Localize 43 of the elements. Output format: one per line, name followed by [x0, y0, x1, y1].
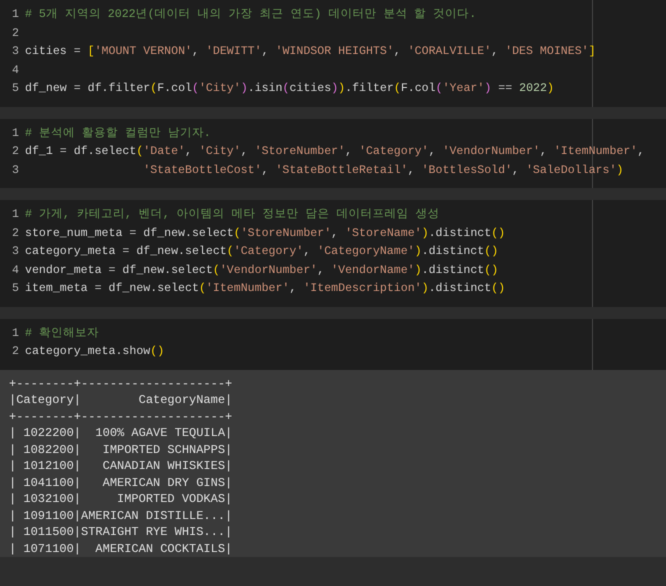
- output-line: +--------+--------------------+: [9, 408, 232, 425]
- output-line: | 1091100|AMERICAN DISTILLE...|: [9, 508, 232, 524]
- line-number: 5: [12, 81, 20, 97]
- line-number: 4: [12, 262, 20, 278]
- code-line: # 확인해보자: [25, 326, 99, 342]
- output-line: | 1032100| IMPORTED VODKAS|: [9, 491, 232, 508]
- output-line: | 1011500|STRAIGHT RYE WHIS...|: [9, 524, 232, 540]
- code-cell[interactable]: 1 # 확인해보자 2 category_meta.show(): [0, 318, 666, 370]
- code-cell[interactable]: [0, 0, 666, 106]
- output-line: | 1012100| CANADIAN WHISKIES|: [9, 458, 232, 474]
- code-line: category_meta = df_new.select('Category', 'CategoryName').distinct(): [25, 244, 498, 260]
- line-number: 2: [12, 344, 20, 360]
- code-line: # 가게, 카테고리, 벤더, 아이템의 메타 정보만 담은 데이터프레임 생성: [25, 207, 440, 223]
- line-number: 2: [12, 226, 20, 242]
- code-cell[interactable]: [0, 200, 666, 306]
- line-number: 3: [12, 162, 20, 178]
- code-line: 'StateBottleCost', 'StateBottleRetail', 'BottlesSold', 'SaleDollars'): [143, 162, 624, 178]
- code-line: # 분석에 활용할 컬럼만 남기자.: [25, 126, 211, 142]
- output-line: | 1071100| AMERICAN COCKTAILS|: [9, 540, 232, 557]
- line-number: 1: [12, 207, 20, 223]
- line-number: 1: [12, 7, 20, 23]
- code-cell[interactable]: 1 # 분석에 활용할 컬럼만 남기자. 2 df_1 = df.select('Date', 'City', 'StoreNumber', 'Category', 'VendorNumber', 'ItemNumber', 3 'StateBottleCost', 'StateBottleRetail', 'BottlesSold', 'SaleDollars'): [0, 118, 666, 188]
- code-line: cities = ['MOUNT VERNON', 'DEWITT', 'WINDSOR HEIGHTS', 'CORALVILLE', 'DES MOINES']: [25, 44, 596, 60]
- line-number: 3: [12, 244, 20, 260]
- code-line: df_1 = df.select('Date', 'City', 'StoreNumber', 'Category', 'VendorNumber', 'ItemNumber',: [25, 144, 644, 160]
- code-line: df_new = df.filter(F.col('City').isin(cities)).filter(F.col('Year') == 2022): [25, 81, 554, 97]
- output-line: | 1082200| IMPORTED SCHNAPPS|: [9, 442, 232, 458]
- code-line: item_meta = df_new.select('ItemNumber', 'ItemDescription').distinct(): [25, 281, 506, 297]
- line-number: 5: [12, 281, 20, 297]
- line-number: 3: [12, 44, 20, 60]
- output-line: | 1041100| AMERICAN DRY GINS|: [9, 474, 232, 491]
- line-number: 2: [12, 144, 20, 160]
- code-line: vendor_meta = df_new.select('VendorNumber', 'VendorName').distinct(): [25, 262, 498, 278]
- output-line: | 1022200| 100% AGAVE TEQUILA|: [9, 425, 232, 442]
- line-number: 1: [12, 126, 20, 142]
- line-number: 2: [12, 26, 20, 42]
- output-line: +--------+--------------------+: [9, 376, 232, 392]
- line-number: 1: [12, 326, 20, 342]
- line-number: 4: [12, 62, 20, 78]
- code-line: category_meta.show(): [25, 344, 164, 360]
- output-line: |Category| CategoryName|: [9, 392, 232, 408]
- code-line: store_num_meta = df_new.select('StoreNumber', 'StoreName').distinct(): [25, 226, 506, 242]
- code-line: # 5개 지역의 2022년(데이터 내의 가장 최근 연도) 데이터만 분석 할 것이다.: [25, 7, 476, 23]
